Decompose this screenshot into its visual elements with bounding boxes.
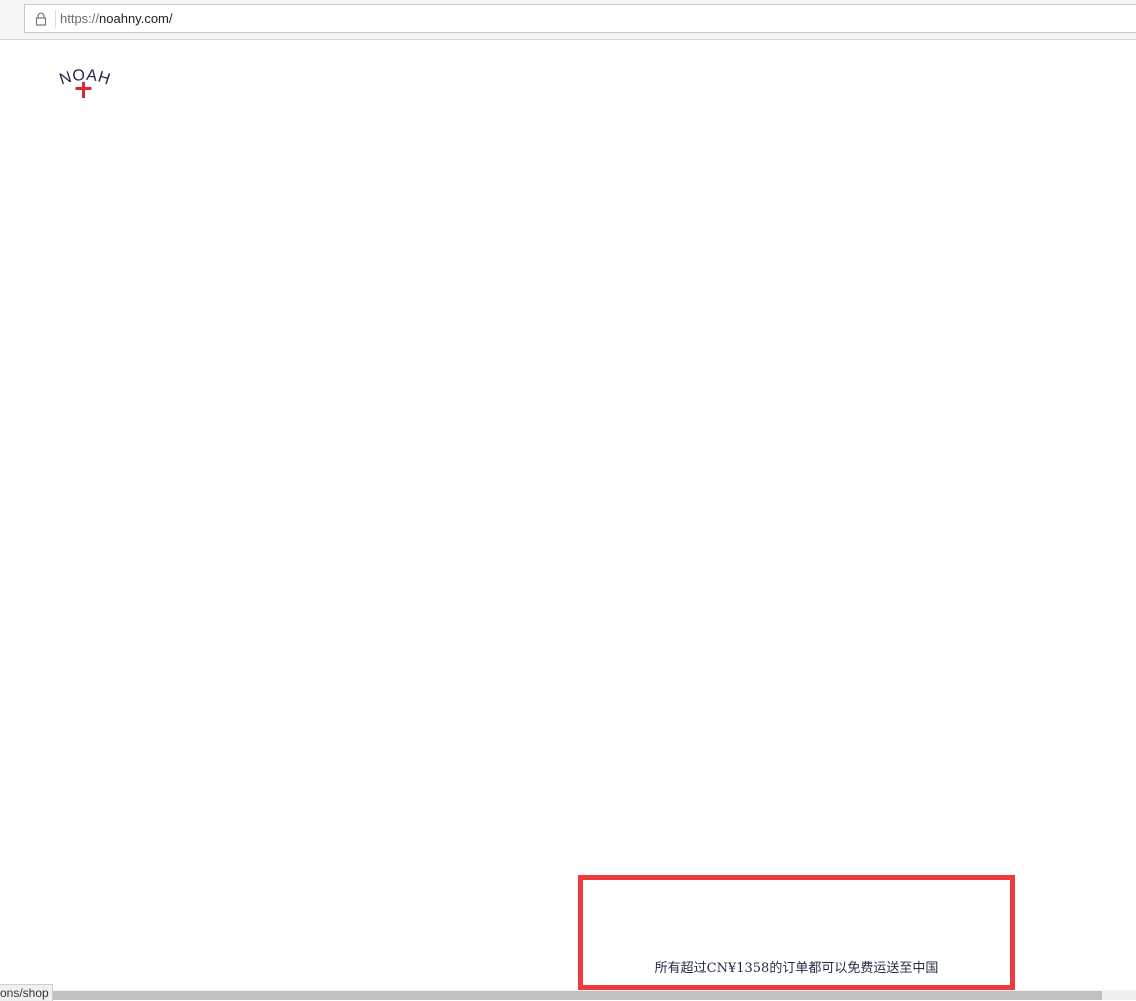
url-text[interactable]: https://noahny.com/ xyxy=(60,11,173,27)
url-scheme: https:// xyxy=(60,11,100,26)
free-shipping-message: 所有超过CN¥1358的订单都可以免费运送至中国 xyxy=(654,961,939,976)
page-content: NOAH 所有超过CN¥1358的订单都可以免费运送至中国 xyxy=(0,40,1136,990)
shipping-highlight-box: 所有超过CN¥1358的订单都可以免费运送至中国 xyxy=(578,875,1015,990)
horizontal-scrollbar[interactable] xyxy=(0,990,1136,1000)
noah-logo[interactable]: NOAH xyxy=(48,58,122,102)
address-bar[interactable]: https://noahny.com/ xyxy=(24,4,1136,33)
lock-icon xyxy=(35,12,47,26)
status-bar-link: ons/shop xyxy=(0,984,53,1001)
browser-toolbar: https://noahny.com/ xyxy=(0,0,1136,40)
url-divider xyxy=(55,10,56,28)
url-host: noahny.com/ xyxy=(99,11,173,26)
scrollbar-thumb[interactable] xyxy=(0,991,1102,1000)
